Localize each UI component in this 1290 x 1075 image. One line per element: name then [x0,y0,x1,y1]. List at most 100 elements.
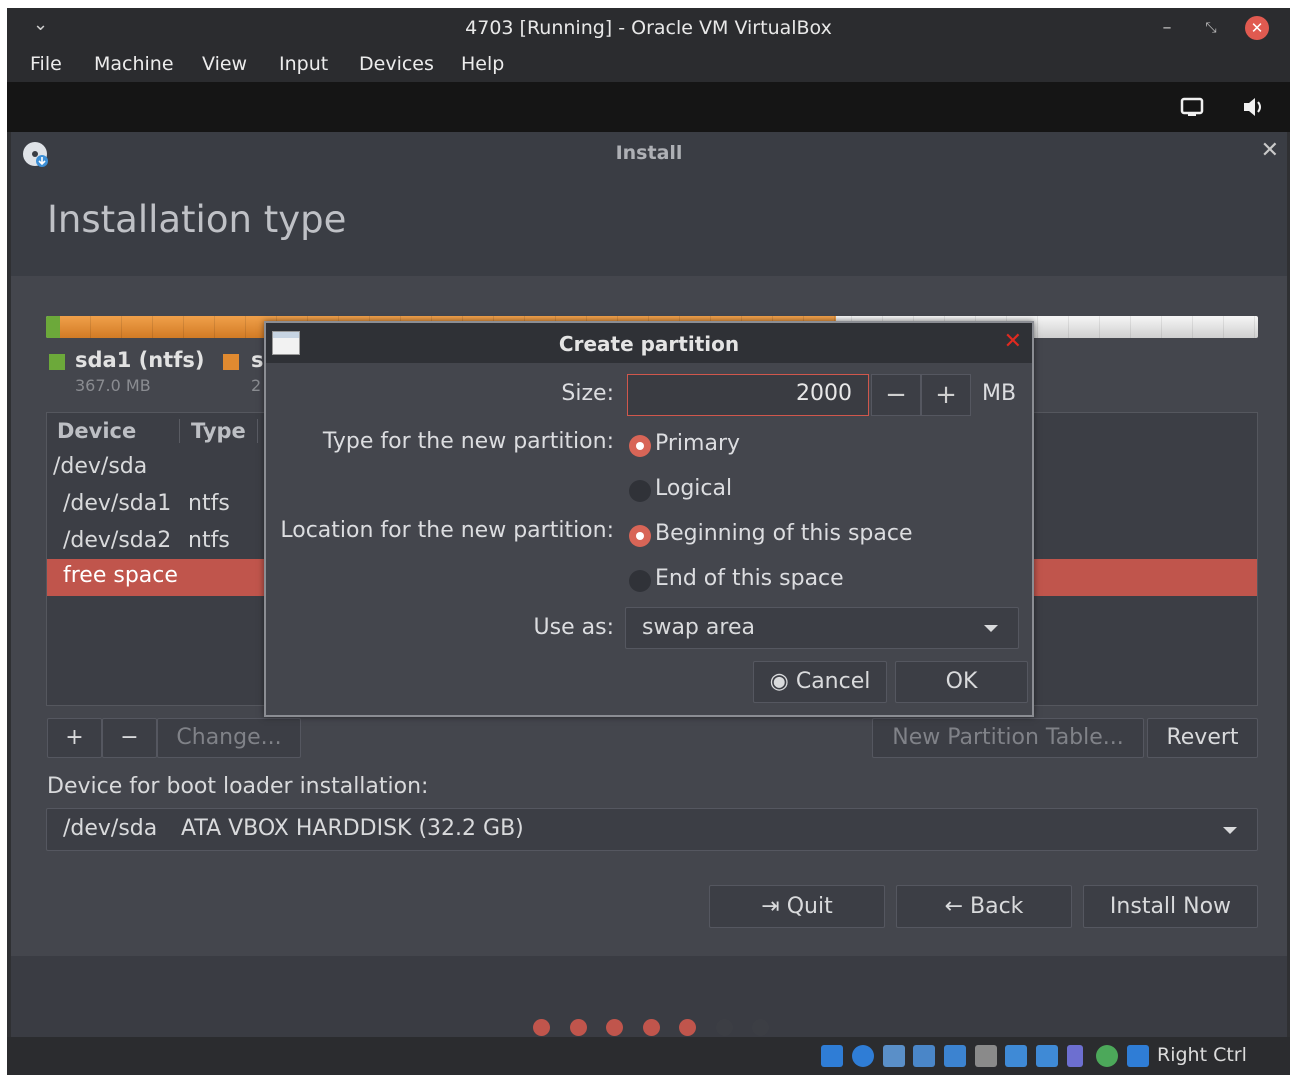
legend-swatch-sda1 [49,354,65,370]
installer-window-title: Install [615,142,683,164]
menu-input[interactable]: Input [279,53,328,75]
optical-drive-icon[interactable] [852,1045,874,1067]
legend-size-sda1: 367.0 MB [75,376,151,395]
add-partition-button[interactable]: + [47,718,102,758]
cancel-label: Cancel [795,669,871,694]
revert-button[interactable]: Revert [1147,718,1258,758]
back-button[interactable]: ← Back [896,885,1072,928]
new-partition-table-button[interactable]: New Partition Table... [872,718,1144,758]
row-device: free space [63,563,178,588]
legend-label-sda2: s [251,348,264,372]
type-label: Type for the new partition: [322,429,614,454]
shared-folders-icon[interactable] [975,1045,997,1067]
size-increment-button[interactable]: + [921,374,971,416]
create-partition-dialog: Create partition ✕ Size: 2000 − + MB Typ… [264,321,1034,717]
guest-additions-icon[interactable] [1096,1045,1118,1067]
row-device: /dev/sda2 [63,528,172,553]
size-decrement-button[interactable]: − [871,374,921,416]
virtualization-icon[interactable] [1067,1045,1083,1067]
hard-disk-icon[interactable] [821,1045,843,1067]
cancel-button[interactable]: ◉ Cancel [753,661,887,703]
partition-bar-sda1 [46,316,60,338]
radio-end-label[interactable]: End of this space [655,566,844,591]
display-icon[interactable] [1177,92,1207,122]
use-as-dropdown[interactable]: swap area [625,607,1019,649]
quit-button[interactable]: ⇥ Quit [709,885,885,928]
menu-help[interactable]: Help [461,53,504,75]
virtualbox-window: ⌄ 4703 [Running] - Oracle VM VirtualBox … [7,8,1290,1075]
menu-file[interactable]: File [30,53,62,75]
radio-primary-label[interactable]: Primary [655,431,740,456]
boot-loader-desc: ATA VBOX HARDDISK (32.2 GB) [181,816,524,841]
vm-toolbar [7,82,1290,132]
network-icon[interactable] [913,1045,935,1067]
menu-devices[interactable]: Devices [359,53,434,75]
chevron-down-icon [984,625,998,632]
menu-bar: File Machine View Input Devices Help [7,50,1290,82]
remove-partition-button[interactable]: − [102,718,157,758]
use-as-label: Use as: [533,615,614,640]
legend-swatch-sda2 [223,354,239,370]
row-type: ntfs [188,491,230,516]
restore-icon[interactable]: ⤡ [1199,16,1223,40]
size-input[interactable]: 2000 [627,374,869,416]
cancel-icon: ◉ [769,669,789,694]
column-separator [179,419,180,443]
dialog-close-icon[interactable]: ✕ [1004,329,1022,354]
window-title: 4703 [Running] - Oracle VM VirtualBox [465,17,832,39]
boot-loader-dropdown[interactable]: /dev/sda ATA VBOX HARDDISK (32.2 GB) [46,808,1258,851]
audio-icon[interactable] [883,1045,905,1067]
radio-primary[interactable] [629,435,651,457]
legend-label-sda1: sda1 (ntfs) [75,348,205,372]
progress-dot [752,1019,769,1036]
legend-size-sda2: 2 [251,376,262,395]
row-type: ntfs [188,528,230,553]
minimize-icon[interactable]: – [1155,16,1179,40]
radio-logical-label[interactable]: Logical [655,476,732,501]
location-label: Location for the new partition: [280,518,614,543]
menu-machine[interactable]: Machine [94,53,174,75]
progress-dot [643,1019,660,1036]
change-partition-button[interactable]: Change... [157,718,301,758]
progress-dot [679,1019,696,1036]
radio-beginning-label[interactable]: Beginning of this space [655,521,912,546]
close-window-icon[interactable]: ✕ [1245,16,1269,40]
progress-dot [606,1019,623,1036]
host-key-label: Right Ctrl [1157,1044,1247,1066]
quit-label: Quit [786,894,833,919]
progress-area [11,956,1287,1037]
page-title: Installation type [47,198,347,241]
column-header-type[interactable]: Type [191,419,246,443]
dialog-title: Create partition [558,332,740,356]
boot-loader-device: /dev/sda [63,816,158,841]
ok-button[interactable]: OK [895,661,1028,703]
size-unit: MB [982,381,1017,406]
boot-loader-label: Device for boot loader installation: [47,774,429,799]
radio-end[interactable] [629,570,651,592]
size-label: Size: [561,381,614,406]
vm-status-bar: Right Ctrl [7,1037,1290,1075]
use-as-value: swap area [642,615,755,640]
display-status-icon[interactable] [1005,1045,1027,1067]
row-device: /dev/sda1 [63,491,172,516]
column-separator [257,419,258,443]
recording-icon[interactable] [1036,1045,1058,1067]
progress-dot [570,1019,587,1036]
radio-logical[interactable] [629,480,651,502]
install-now-button[interactable]: Install Now [1083,885,1258,928]
mouse-integration-icon[interactable] [1127,1045,1149,1067]
progress-dot [716,1019,733,1036]
usb-icon[interactable] [944,1045,966,1067]
back-label: Back [970,894,1024,919]
title-bar: ⌄ 4703 [Running] - Oracle VM VirtualBox … [7,8,1290,50]
progress-dot [533,1019,550,1036]
menu-view[interactable]: View [202,53,247,75]
quit-icon: ⇥ [761,894,780,919]
column-header-device[interactable]: Device [57,419,136,443]
speaker-icon[interactable] [1239,92,1269,122]
radio-beginning[interactable] [629,525,651,547]
installer-close-icon[interactable]: ✕ [1261,138,1279,163]
arrow-left-icon: ← [944,894,963,919]
dialog-title-bar: Create partition ✕ [266,323,1032,363]
installer-header: Install ✕ Installation type [11,132,1287,276]
